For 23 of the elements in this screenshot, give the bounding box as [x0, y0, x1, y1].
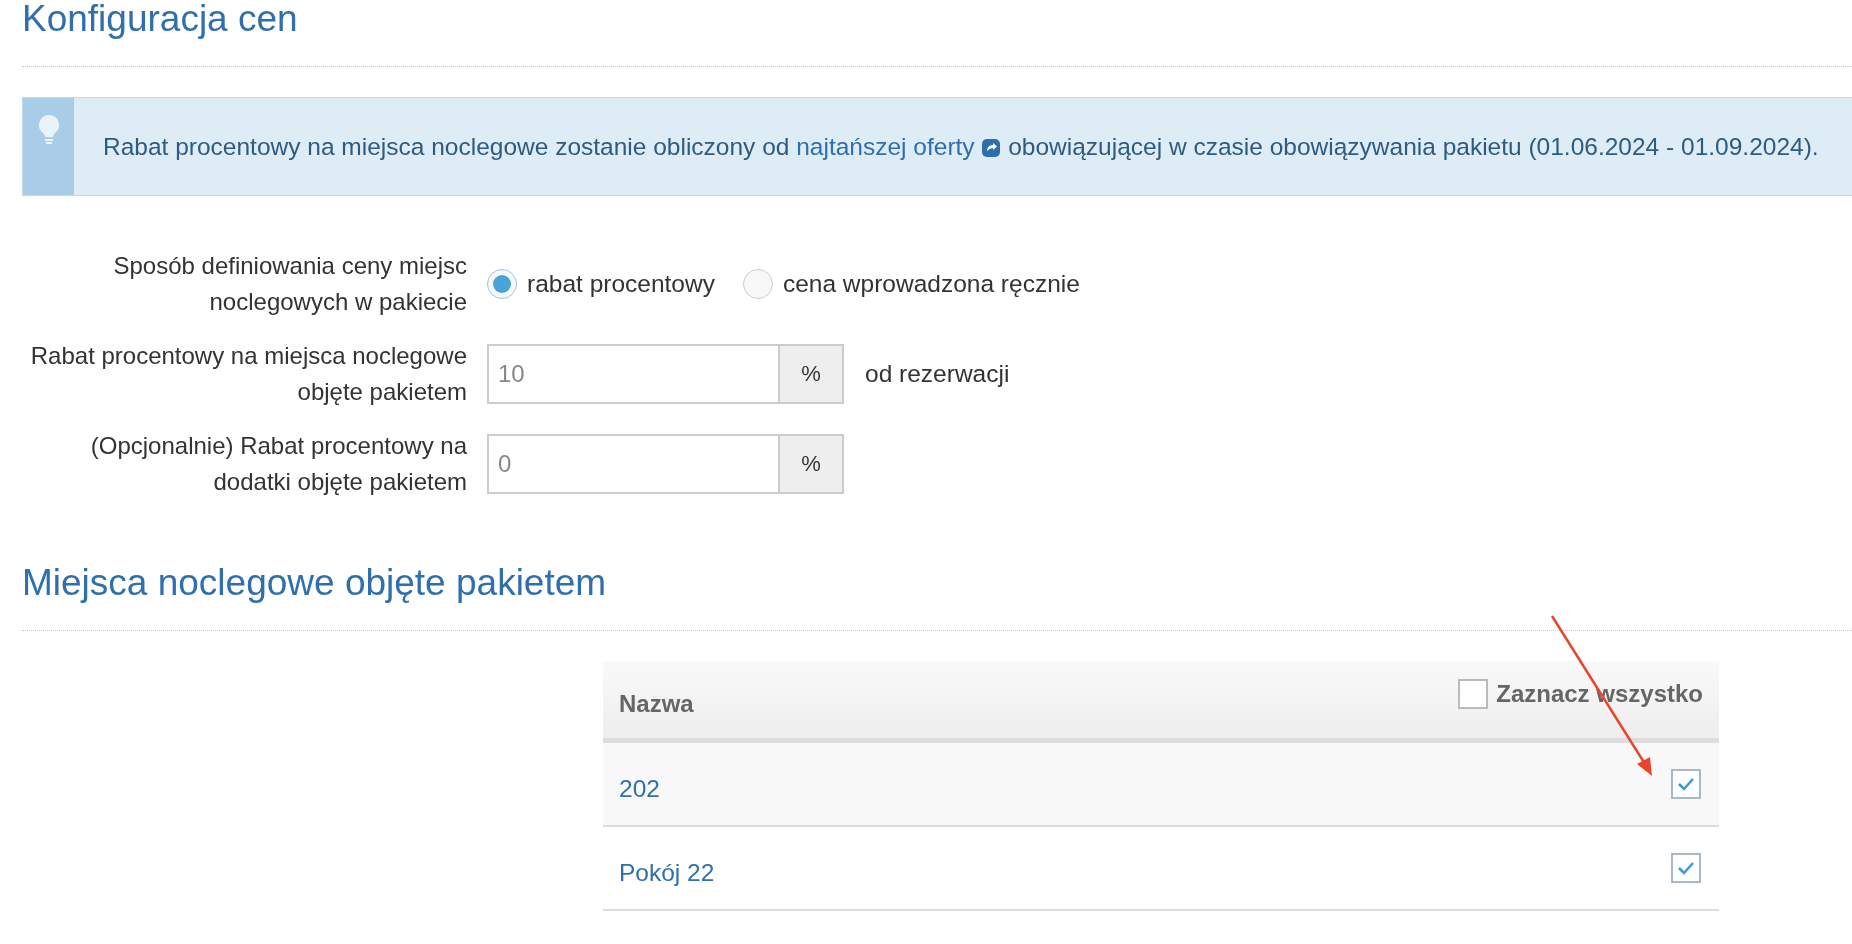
check-icon: [1677, 861, 1695, 875]
row-checkbox[interactable]: [1671, 853, 1701, 883]
room-link[interactable]: 202: [619, 775, 660, 803]
percent-input[interactable]: 10: [487, 344, 780, 404]
field-label: Sposób definiowania ceny miejsc noclegowych w pakiecie: [112, 251, 467, 317]
field-label: Rabat procentowy na miejsca noclegowe objęte pakietem: [29, 341, 467, 407]
section-heading: Konfiguracja cen: [22, 0, 299, 40]
column-header: Nazwa: [619, 689, 694, 718]
info-text: Rabat procentowy na miejsca noclegowe zostanie obliczony od najtańszej oferty obowiązującej w czasie obowiązywania pakietu (01.06.2024 - 01.09.2024).: [102, 132, 1819, 161]
radio-option[interactable]: cena wprowadzona ręcznie: [742, 269, 1080, 299]
percent-input[interactable]: 0: [487, 434, 780, 494]
check-icon: [1677, 777, 1695, 791]
room-link[interactable]: Pokój 22: [619, 859, 715, 887]
row-checkbox[interactable]: [1671, 769, 1701, 799]
field-suffix: od rezerwacji: [865, 360, 1010, 388]
percent-addon: %: [780, 434, 844, 494]
cheapest-offer-link[interactable]: najtańszej oferty: [796, 132, 975, 160]
external-link-icon: [981, 137, 1002, 158]
section-heading: Miejsca noclegowe objęte pakietem: [22, 562, 608, 604]
radio-option[interactable]: rabat procentowy: [487, 269, 715, 299]
percent-addon: %: [780, 344, 844, 404]
field-label: (Opcjonalnie) Rabat procentowy na dodatki objęte pakietem: [89, 431, 467, 497]
lightbulb-icon: [37, 114, 60, 144]
